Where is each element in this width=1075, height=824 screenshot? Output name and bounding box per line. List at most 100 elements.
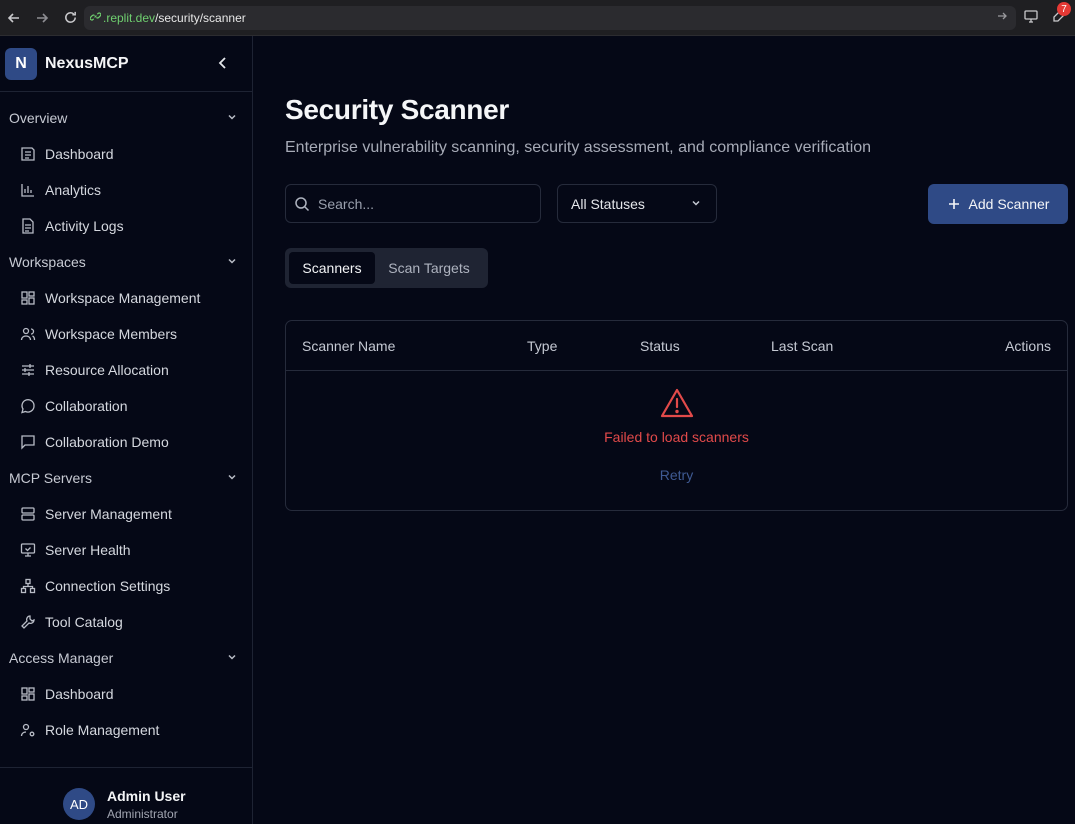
sidebar-item-server-management[interactable]: Server Management — [0, 496, 252, 532]
avatar: AD — [63, 788, 95, 820]
section-title: MCP Servers — [9, 470, 92, 486]
sidebar-item-label: Dashboard — [45, 146, 114, 162]
reload-icon[interactable] — [59, 7, 81, 29]
tab-scan-targets[interactable]: Scan Targets — [375, 252, 483, 284]
sidebar-item-workspace-members[interactable]: Workspace Members — [0, 316, 252, 352]
sidebar-item-workspace-management[interactable]: Workspace Management — [0, 280, 252, 316]
sidebar: N NexusMCP Overview Dashboard Analytics … — [0, 36, 253, 824]
message-square-icon — [20, 434, 36, 450]
status-filter-value: All Statuses — [571, 195, 645, 212]
sidebar-item-role-management[interactable]: Role Management — [0, 712, 252, 748]
chevron-down-icon — [226, 254, 238, 270]
section-title: Overview — [9, 110, 68, 126]
add-scanner-button[interactable]: Add Scanner — [928, 184, 1068, 224]
users-icon — [20, 326, 36, 342]
back-icon[interactable] — [3, 7, 25, 29]
section-title: Workspaces — [9, 254, 86, 270]
message-circle-icon — [20, 398, 36, 414]
page-title: Security Scanner — [285, 94, 509, 125]
search-icon — [294, 196, 310, 212]
user-cog-icon — [20, 722, 36, 738]
plus-icon — [947, 197, 961, 211]
go-arrow-icon[interactable] — [996, 10, 1008, 25]
column-header[interactable]: Scanner Name — [302, 338, 395, 354]
sidebar-item-server-health[interactable]: Server Health — [0, 532, 252, 568]
sidebar-item-label: Tool Catalog — [45, 614, 123, 630]
error-message: Failed to load scanners — [604, 429, 749, 445]
layout-grid-icon — [20, 146, 36, 162]
tabs: Scanners Scan Targets — [285, 248, 488, 288]
sidebar-item-collaboration-demo[interactable]: Collaboration Demo — [0, 424, 252, 460]
column-header[interactable]: Last Scan — [771, 338, 833, 354]
sidebar-item-label: Analytics — [45, 182, 102, 198]
column-header[interactable]: Actions — [1005, 338, 1051, 354]
column-header[interactable]: Status — [640, 338, 680, 354]
brand-name[interactable]: NexusMCP — [45, 55, 129, 73]
section-workspaces[interactable]: Workspaces — [0, 244, 252, 280]
sidebar-item-activity-logs[interactable]: Activity Logs — [0, 208, 252, 244]
layout-dashboard-icon — [20, 290, 36, 306]
sidebar-item-analytics[interactable]: Analytics — [0, 172, 252, 208]
sliders-icon — [20, 362, 36, 378]
sidebar-item-label: Collaboration — [45, 398, 128, 414]
collapse-sidebar-icon[interactable] — [214, 54, 232, 72]
sidebar-item-dashboard[interactable]: Dashboard — [0, 136, 252, 172]
chevron-down-icon — [226, 110, 238, 126]
url-path: /security/scanner — [155, 11, 246, 25]
url-host: .replit.dev — [103, 11, 156, 25]
wrench-icon — [20, 614, 36, 630]
sidebar-item-label: Workspace Management — [45, 290, 201, 306]
sidebar-item-label: Connection Settings — [45, 578, 171, 594]
column-header[interactable]: Type — [527, 338, 557, 354]
sidebar-item-label: Server Health — [45, 542, 131, 558]
section-access-manager[interactable]: Access Manager — [0, 640, 252, 676]
table-header: Scanner Name Type Status Last Scan Actio… — [286, 321, 1067, 371]
sidebar-item-label: Resource Allocation — [45, 362, 169, 378]
page-subtitle: Enterprise vulnerability scanning, secur… — [285, 139, 872, 156]
chevron-down-icon — [690, 196, 702, 212]
forward-icon[interactable] — [31, 7, 53, 29]
sidebar-item-tool-catalog[interactable]: Tool Catalog — [0, 604, 252, 640]
sidebar-item-access-dashboard[interactable]: Dashboard — [0, 676, 252, 712]
sidebar-item-label: Collaboration Demo — [45, 434, 169, 450]
address-bar[interactable]: .replit.dev/security/scanner — [84, 6, 1016, 30]
status-filter-select[interactable]: All Statuses — [557, 184, 717, 223]
link-icon — [89, 11, 102, 25]
sidebar-nav: Overview Dashboard Analytics Activity Lo… — [0, 92, 252, 748]
sidebar-item-collaboration[interactable]: Collaboration — [0, 388, 252, 424]
retry-button[interactable]: Retry — [286, 467, 1067, 483]
sidebar-item-connection-settings[interactable]: Connection Settings — [0, 568, 252, 604]
section-title: Access Manager — [9, 650, 114, 666]
extension-badge: 7 — [1057, 2, 1071, 16]
sidebar-item-label: Workspace Members — [45, 326, 178, 342]
sidebar-item-label: Activity Logs — [45, 218, 124, 234]
browser-toolbar: .replit.dev/security/scanner 7 — [0, 0, 1075, 36]
alert-triangle-icon — [660, 387, 694, 419]
user-profile[interactable]: AD Admin User Administrator — [0, 767, 252, 824]
main-content: Security Scanner Enterprise vulnerabilit… — [253, 36, 1075, 824]
section-overview[interactable]: Overview — [0, 100, 252, 136]
file-text-icon — [20, 218, 36, 234]
layout-dashboard-icon — [20, 686, 36, 702]
chevron-down-icon — [226, 470, 238, 486]
add-scanner-label: Add Scanner — [968, 196, 1050, 212]
section-mcp-servers[interactable]: MCP Servers — [0, 460, 252, 496]
cast-icon[interactable] — [1023, 8, 1039, 29]
network-icon — [20, 578, 36, 594]
sidebar-item-label: Role Management — [45, 722, 160, 738]
chevron-down-icon — [226, 650, 238, 666]
extension-icon[interactable]: 7 — [1051, 2, 1071, 29]
sidebar-item-resource-allocation[interactable]: Resource Allocation — [0, 352, 252, 388]
brand-logo[interactable]: N — [5, 47, 37, 80]
server-icon — [20, 506, 36, 522]
bar-chart-icon — [20, 182, 36, 198]
search-box[interactable] — [285, 184, 541, 223]
scanners-table: Scanner Name Type Status Last Scan Actio… — [285, 320, 1068, 511]
sidebar-item-label: Server Management — [45, 506, 172, 522]
monitor-check-icon — [20, 542, 36, 558]
user-role: Administrator — [107, 807, 178, 821]
brand-header: N NexusMCP — [0, 36, 252, 92]
tab-scanners[interactable]: Scanners — [289, 252, 375, 284]
sidebar-item-label: Dashboard — [45, 686, 114, 702]
search-input[interactable] — [318, 195, 518, 212]
